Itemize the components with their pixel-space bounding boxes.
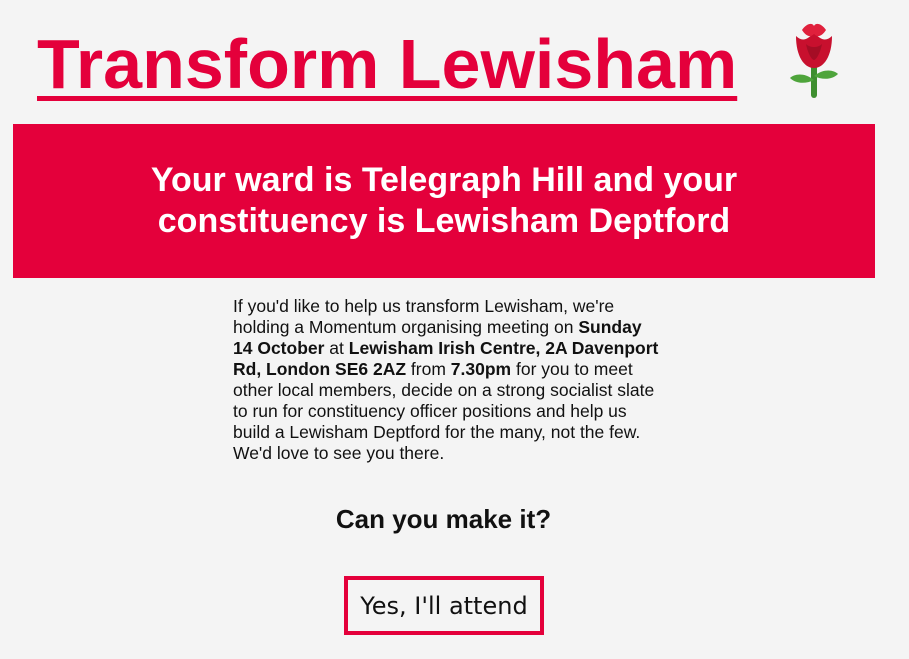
- rose-icon: [790, 23, 838, 98]
- attend-button[interactable]: Yes, I'll attend: [344, 576, 544, 635]
- ward-constituency-text: Your ward is Telegraph Hill and your con…: [150, 161, 738, 240]
- site-title-link[interactable]: Transform Lewisham: [37, 22, 737, 106]
- meeting-time: 7.30pm: [450, 359, 512, 379]
- invite-intro: If you'd like to help us transform Lewis…: [233, 296, 615, 337]
- attendance-question: Can you make it?: [335, 504, 552, 534]
- page: Transform Lewisham Your ward is Telegrap…: [0, 0, 909, 659]
- meeting-invitation: If you'd like to help us transform Lewis…: [233, 296, 659, 464]
- invite-at: at: [324, 338, 349, 358]
- ward-banner: Your ward is Telegraph Hill and your con…: [13, 124, 875, 278]
- invite-from: from: [406, 359, 451, 379]
- header: Transform Lewisham: [37, 22, 737, 112]
